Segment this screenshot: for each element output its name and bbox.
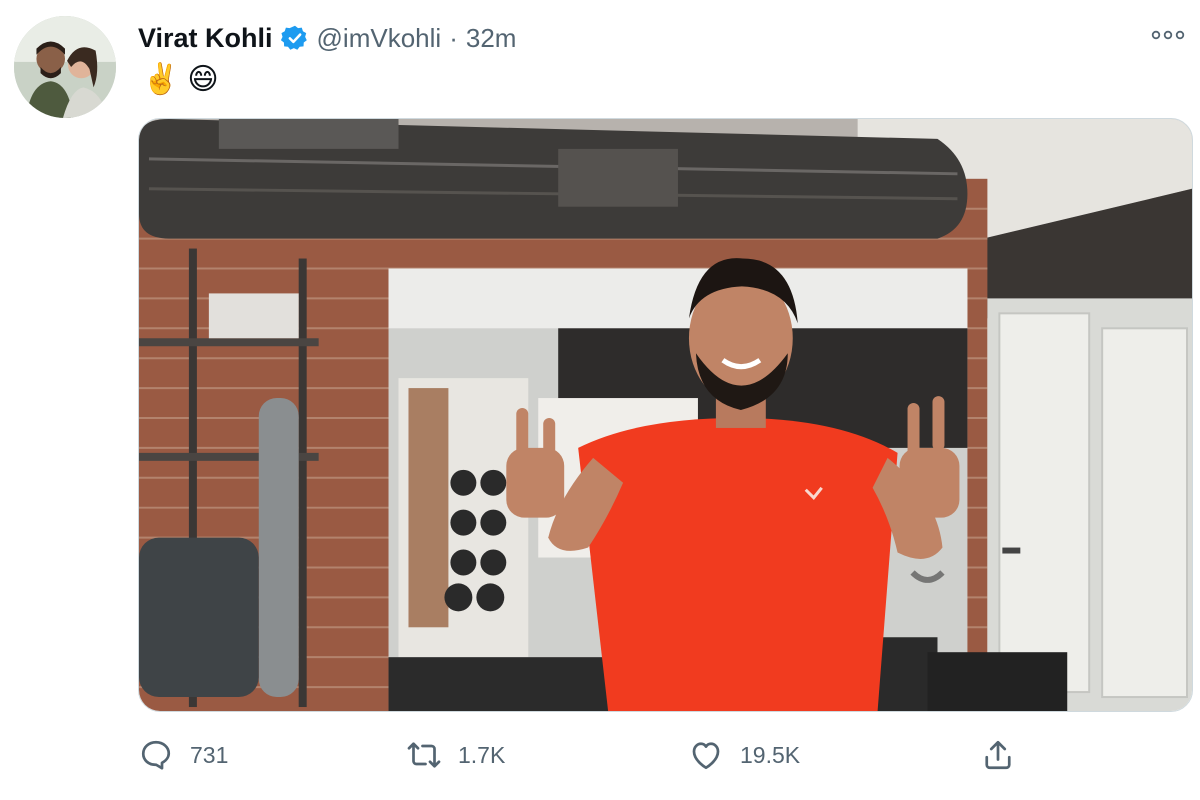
tweet-text: ✌️ 😄 <box>142 60 219 100</box>
share-button[interactable] <box>980 730 1016 780</box>
separator-dot: · <box>449 22 458 53</box>
tweet-header: Virat Kohli @imVkohli · 32m <box>138 18 516 58</box>
retweet-count: 1.7K <box>458 741 506 768</box>
retweet-button[interactable]: 1.7K <box>406 730 505 780</box>
grinning-face-emoji: 😄 <box>187 62 219 97</box>
verified-badge-icon <box>280 24 309 52</box>
victory-hand-emoji: ✌️ <box>142 62 180 97</box>
tweet-card[interactable]: Virat Kohli @imVkohli · 32m ✌️ 😄 731 1.7… <box>0 0 1200 800</box>
like-count: 19.5K <box>740 741 801 768</box>
retweet-icon <box>407 742 441 768</box>
author-handle[interactable]: @imVkohli <box>317 23 442 54</box>
reply-icon <box>141 740 171 770</box>
like-icon <box>692 742 720 770</box>
avatar[interactable] <box>14 16 116 118</box>
tweet-photo[interactable] <box>138 118 1193 712</box>
more-options-icon[interactable] <box>1150 22 1186 48</box>
timestamp[interactable]: 32m <box>466 23 517 54</box>
author-name[interactable]: Virat Kohli <box>138 23 273 54</box>
reply-count: 731 <box>190 741 229 768</box>
share-icon <box>985 740 1011 770</box>
reply-button[interactable]: 731 <box>138 730 228 780</box>
tweet-actions: 731 1.7K 19.5K <box>138 730 1038 780</box>
like-button[interactable]: 19.5K <box>688 730 800 780</box>
